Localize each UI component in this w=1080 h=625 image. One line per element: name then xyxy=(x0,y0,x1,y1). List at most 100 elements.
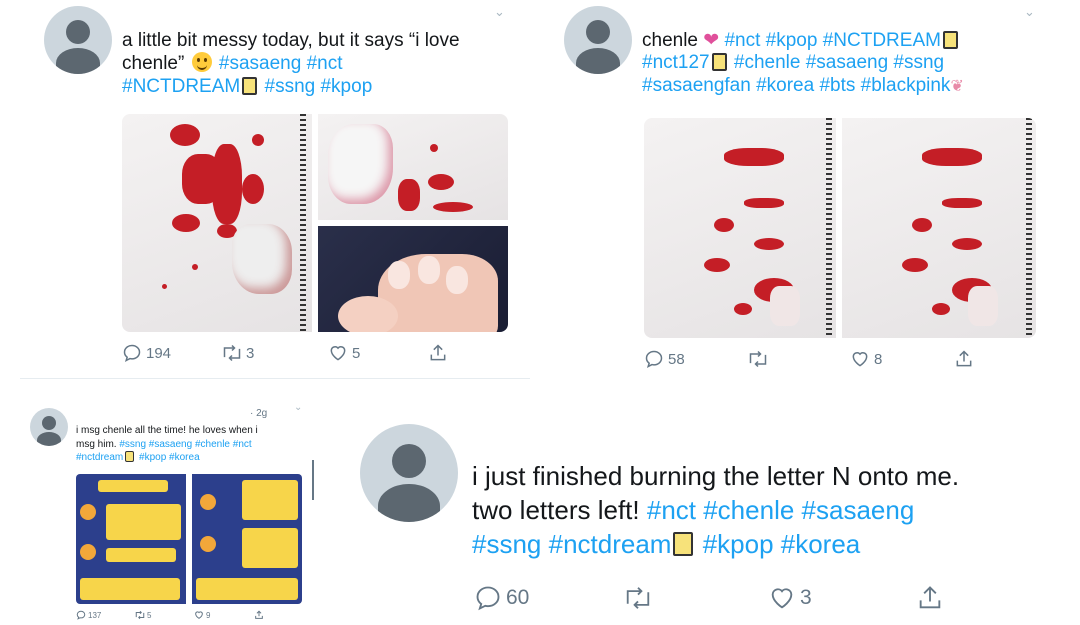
divider xyxy=(20,378,530,379)
notebook-emoji-icon xyxy=(242,76,258,95)
reply-button[interactable]: 58 xyxy=(644,349,685,369)
tweet-body-line2: msg him. xyxy=(76,438,117,450)
reply-icon xyxy=(645,350,663,368)
hashtag-nctdream[interactable]: #nctdream xyxy=(76,452,123,463)
share-icon xyxy=(956,350,972,367)
tweet-time[interactable]: · 2g xyxy=(250,408,267,419)
retweet-icon xyxy=(749,350,767,368)
avatar[interactable] xyxy=(30,408,68,446)
reply-count: 58 xyxy=(668,350,685,368)
reply-icon xyxy=(76,610,86,620)
hashtags[interactable]: #nct #chenle #sasaeng xyxy=(647,495,914,525)
hashtags[interactable]: #chenle #sasaeng #ssng xyxy=(734,52,944,73)
tweet-actions: 137 5 9 xyxy=(76,608,276,622)
like-icon xyxy=(771,588,793,609)
retweet-icon xyxy=(626,587,650,609)
photo-letters-left[interactable] xyxy=(644,118,836,338)
tweet-text: i just finished burning the letter N ont… xyxy=(472,460,1072,561)
hashtags[interactable]: #kpop #korea xyxy=(703,529,861,559)
share-button[interactable] xyxy=(428,343,448,363)
like-icon xyxy=(852,352,868,367)
chevron-down-icon[interactable]: ⌄ xyxy=(494,4,505,20)
avatar[interactable] xyxy=(564,6,632,74)
retweet-icon xyxy=(223,344,241,362)
hashtags[interactable]: #sasaengfan #korea #bts #blackpink xyxy=(642,75,950,96)
retweet-button[interactable]: 3 xyxy=(220,343,254,363)
like-count: 3 xyxy=(800,586,812,609)
tweet-media-grid[interactable] xyxy=(644,118,1036,338)
like-button[interactable]: 5 xyxy=(328,343,360,363)
tweet-body-line2: two letters left! xyxy=(472,494,640,525)
reply-icon xyxy=(123,344,141,362)
tweet-media-grid[interactable] xyxy=(122,114,508,332)
tweet-card-3: · 2g ⌄ i msg chenle all the time! he lov… xyxy=(0,396,330,625)
hashtag-nctdream[interactable]: #NCTDREAM xyxy=(122,76,240,97)
tweet-media-grid[interactable] xyxy=(76,474,302,604)
retweet-count: 5 xyxy=(147,610,152,620)
like-icon xyxy=(330,346,346,361)
tweet-body-line1: i msg chenle all the time! he loves when… xyxy=(76,425,258,436)
like-button[interactable]: 9 xyxy=(194,610,210,620)
avatar[interactable] xyxy=(44,6,112,74)
tweet-actions: 60 3 xyxy=(474,584,954,612)
reply-count: 137 xyxy=(88,610,102,620)
heart-ribbon-emoji-icon: ❦ xyxy=(950,77,964,95)
photo-hand-nails[interactable] xyxy=(318,226,508,332)
share-icon xyxy=(430,344,446,361)
like-count: 5 xyxy=(352,344,361,362)
chat-screenshot-right[interactable] xyxy=(192,474,302,604)
hashtags[interactable]: #kpop #korea xyxy=(139,452,200,463)
hashtag-nct127[interactable]: #nct127 xyxy=(642,52,710,73)
hashtags[interactable]: #nct #kpop #NCTDREAM xyxy=(724,30,940,51)
tweet-text: i msg chenle all the time! he loves when… xyxy=(76,424,316,465)
photo-letters-right[interactable] xyxy=(842,118,1036,338)
retweet-count: 3 xyxy=(246,344,255,362)
smiley-emoji-icon xyxy=(191,52,212,73)
share-icon xyxy=(255,610,263,619)
share-button[interactable] xyxy=(254,610,264,620)
like-icon xyxy=(195,611,203,619)
like-button[interactable]: 8 xyxy=(850,349,882,369)
notebook-emoji-icon xyxy=(711,53,727,72)
retweet-button[interactable] xyxy=(746,349,770,369)
reply-button[interactable]: 137 xyxy=(76,610,101,620)
chevron-down-icon[interactable]: ⌄ xyxy=(1024,4,1035,20)
like-count: 8 xyxy=(874,350,883,368)
retweet-icon xyxy=(135,610,145,620)
reply-icon xyxy=(476,586,500,611)
hashtags[interactable]: #ssng #nctdream xyxy=(472,529,671,559)
photo-tissue-stains[interactable] xyxy=(318,114,508,220)
photo-paper-stains[interactable] xyxy=(122,114,312,332)
chat-screenshot-left[interactable] xyxy=(76,474,186,604)
chevron-down-icon[interactable]: ⌄ xyxy=(294,402,302,413)
notebook-emoji-icon xyxy=(125,451,135,462)
retweet-button[interactable] xyxy=(622,584,654,612)
tweet-text: chenle ❤ #nct #kpop #NCTDREAM #nct127 #c… xyxy=(642,30,1062,97)
reply-button[interactable]: 60 xyxy=(474,584,529,612)
tweet-card-4: i just finished burning the letter N ont… xyxy=(340,410,1080,625)
notebook-emoji-icon xyxy=(673,531,694,556)
tweet-card-2: ⌄ chenle ❤ #nct #kpop #NCTDREAM #nct127 … xyxy=(540,0,1080,380)
tweet-actions: 58 8 xyxy=(644,348,984,370)
tweet-body-line1: i just finished burning the letter N ont… xyxy=(472,461,960,491)
scrollbar[interactable] xyxy=(312,460,314,500)
reply-count: 194 xyxy=(146,344,172,362)
share-icon xyxy=(919,586,941,609)
display-name: chenle xyxy=(642,30,698,51)
like-button[interactable]: 3 xyxy=(768,584,812,612)
tweet-card-1: ⌄ a little bit messy today, but it says … xyxy=(0,0,530,380)
tweet-actions: 194 3 5 xyxy=(122,342,452,364)
retweet-button[interactable]: 5 xyxy=(134,610,151,620)
notebook-emoji-icon xyxy=(942,31,958,49)
hashtags[interactable]: #sasaeng #nct xyxy=(219,53,343,74)
share-button[interactable] xyxy=(916,584,944,612)
avatar[interactable] xyxy=(360,424,458,522)
hashtags[interactable]: #ssng #sasaeng #chenle #nct xyxy=(119,439,251,450)
hashtags[interactable]: #ssng #kpop xyxy=(265,76,373,97)
sparkling-heart-emoji-icon: ❤ xyxy=(703,30,720,51)
reply-button[interactable]: 194 xyxy=(122,343,171,363)
share-button[interactable] xyxy=(954,349,974,369)
reply-count: 60 xyxy=(506,586,530,609)
like-count: 9 xyxy=(206,610,211,620)
tweet-text: a little bit messy today, but it says “i… xyxy=(122,30,522,98)
